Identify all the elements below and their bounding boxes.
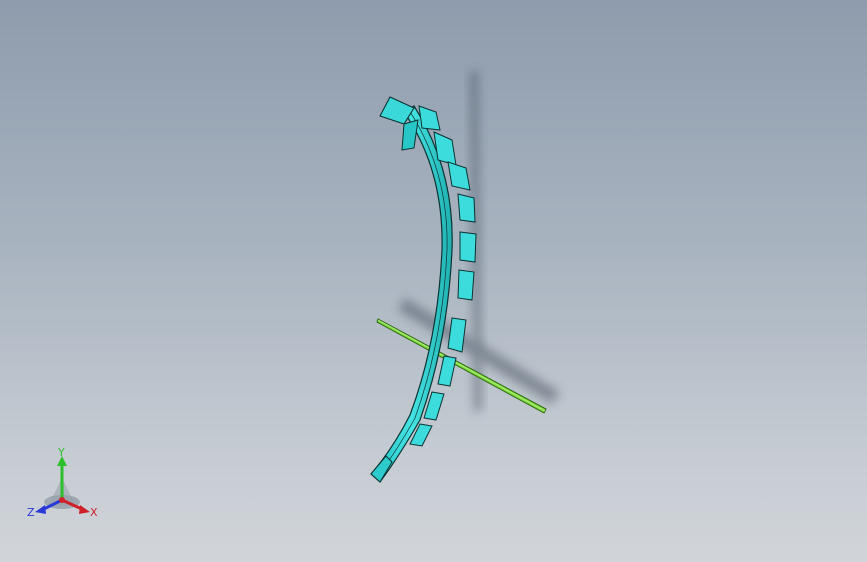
z-axis-label: Z (27, 506, 35, 519)
axis-triad: Y X Z (27, 448, 98, 519)
x-axis-label: X (90, 506, 98, 519)
z-axis-arrow (35, 505, 46, 514)
3d-model-view[interactable] (0, 0, 867, 562)
y-axis-label: Y (57, 448, 65, 459)
x-axis-arrow (79, 505, 90, 514)
graphics-viewport[interactable]: Y X Z (0, 0, 867, 562)
curved-segment-part[interactable] (370, 96, 477, 483)
triad-origin (59, 497, 65, 503)
